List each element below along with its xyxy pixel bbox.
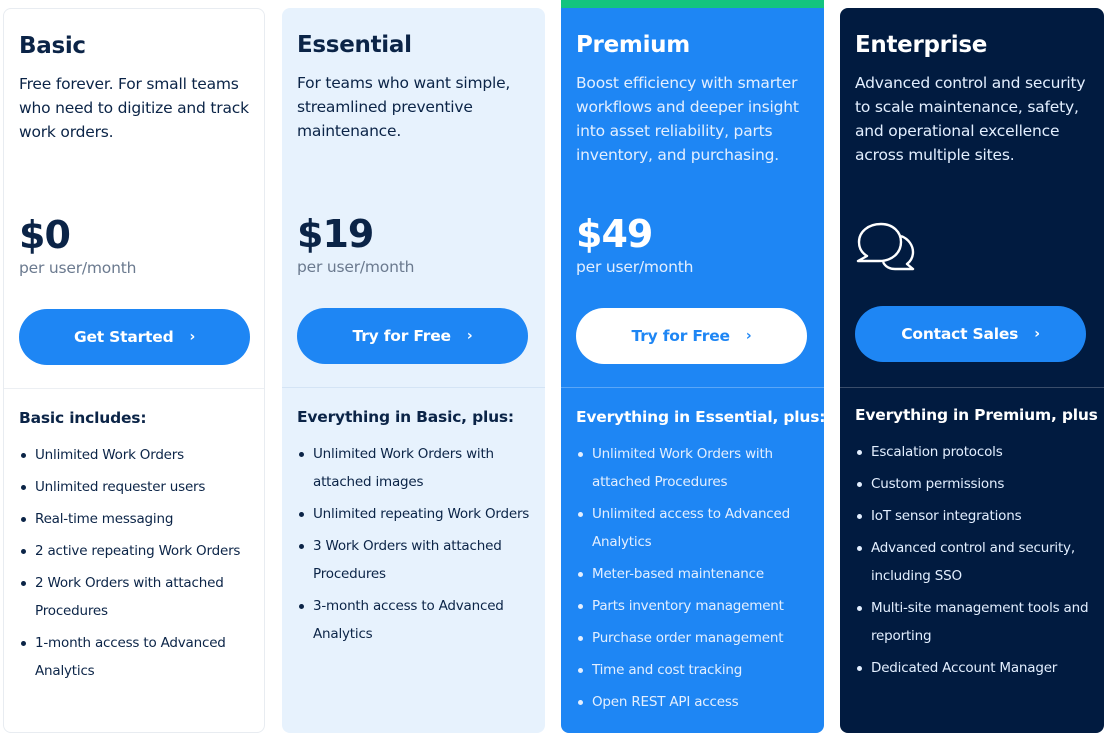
plan-description: For teams who want simple, streamlined p… — [297, 74, 511, 140]
includes-title: Basic includes: — [19, 409, 147, 427]
feature-item: Unlimited access to Advanced Analytics — [576, 500, 816, 556]
plan-features: Everything in Basic, plus: Unlimited Wor… — [282, 388, 545, 733]
feature-item: 2 active repeating Work Orders — [19, 537, 256, 565]
plan-card-premium: Premium Boost efficiency with smarter wo… — [561, 8, 824, 733]
feature-item: Open REST API access — [576, 688, 816, 716]
button-label: Try for Free — [352, 327, 452, 345]
plan-description: Advanced control and security to scale m… — [855, 74, 1086, 164]
feature-list: Unlimited Work Orders with attached Proc… — [576, 440, 816, 720]
price-unit: per user/month — [297, 258, 415, 276]
premium-highlight-band — [561, 0, 824, 8]
feature-list: Escalation protocols Custom permissions Io… — [855, 438, 1096, 686]
plan-name: Enterprise — [855, 32, 988, 58]
plan-price: $19 — [297, 212, 374, 256]
feature-item: Real-time messaging — [19, 505, 256, 533]
feature-item: Unlimited Work Orders with attached Proc… — [576, 440, 816, 496]
includes-title: Everything in Premium, plus — [855, 406, 1098, 424]
feature-list: Unlimited Work Orders with attached imag… — [297, 440, 537, 652]
try-for-free-button[interactable]: Try for Free › — [576, 308, 807, 364]
feature-item: Advanced control and security, including… — [855, 534, 1096, 590]
feature-item: Unlimited requester users — [19, 473, 256, 501]
feature-item: 2 Work Orders with attached Procedures — [19, 569, 256, 625]
chevron-right-icon: › — [745, 328, 752, 344]
button-label: Get Started — [73, 328, 174, 346]
feature-item: Unlimited repeating Work Orders — [297, 500, 537, 528]
button-label: Try for Free — [631, 327, 731, 345]
plan-card-essential: Essential For teams who want simple, str… — [282, 8, 545, 733]
plan-price: $49 — [576, 212, 653, 256]
feature-item: Escalation protocols — [855, 438, 1096, 466]
chevron-right-icon: › — [189, 329, 196, 345]
plan-features: Everything in Essential, plus: Unlimited… — [561, 388, 824, 733]
feature-item: Dedicated Account Manager — [855, 654, 1096, 682]
get-started-button[interactable]: Get Started › — [19, 309, 250, 365]
feature-item: 3-month access to Advanced Analytics — [297, 592, 537, 648]
chevron-right-icon: › — [1034, 326, 1040, 342]
plan-header: Basic Free forever. For small teams who … — [4, 9, 264, 389]
feature-item: 1-month access to Advanced Analytics — [19, 629, 256, 685]
try-for-free-button[interactable]: Try for Free › — [297, 308, 528, 364]
feature-item: Purchase order management — [576, 624, 816, 652]
feature-item: 3 Work Orders with attached Procedures — [297, 532, 537, 588]
feature-item: Custom permissions — [855, 470, 1096, 498]
chat-bubbles-icon — [856, 222, 915, 271]
price-unit: per user/month — [576, 258, 694, 276]
plan-price: $0 — [19, 213, 71, 257]
plan-header: Premium Boost efficiency with smarter wo… — [561, 8, 824, 388]
plan-card-enterprise: Enterprise Advanced control and security… — [840, 8, 1104, 733]
plan-name: Premium — [576, 32, 690, 58]
includes-title: Everything in Essential, plus: — [576, 408, 824, 426]
plan-card-basic: Basic Free forever. For small teams who … — [3, 8, 265, 733]
feature-item: Meter-based maintenance — [576, 560, 816, 588]
feature-item: Multi-site management tools and reportin… — [855, 594, 1096, 650]
feature-list: Unlimited Work Orders Unlimited requester… — [19, 441, 256, 689]
feature-item: Unlimited Work Orders — [19, 441, 256, 469]
button-label: Contact Sales — [901, 325, 1019, 343]
feature-item: IoT sensor integrations — [855, 502, 1096, 530]
plan-description: Free forever. For small teams who need t… — [19, 75, 249, 141]
feature-item: Parts inventory management — [576, 592, 816, 620]
plan-name: Essential — [297, 32, 412, 58]
feature-item: Time and cost tracking — [576, 656, 816, 684]
plan-header: Enterprise Advanced control and security… — [840, 8, 1104, 388]
plan-features: Everything in Premium, plus Escalation p… — [840, 388, 1104, 733]
chevron-right-icon: › — [466, 328, 473, 344]
includes-title: Everything in Basic, plus: — [297, 408, 514, 426]
plan-name: Basic — [19, 33, 86, 59]
plan-features: Basic includes: Unlimited Work Orders Unl… — [4, 389, 264, 732]
feature-item: Unlimited Work Orders with attached imag… — [297, 440, 537, 496]
plan-description: Boost efficiency with smarter workflows … — [576, 74, 799, 164]
contact-sales-button[interactable]: Contact Sales › — [855, 306, 1086, 362]
plan-header: Essential For teams who want simple, str… — [282, 8, 545, 388]
price-unit: per user/month — [19, 259, 137, 277]
